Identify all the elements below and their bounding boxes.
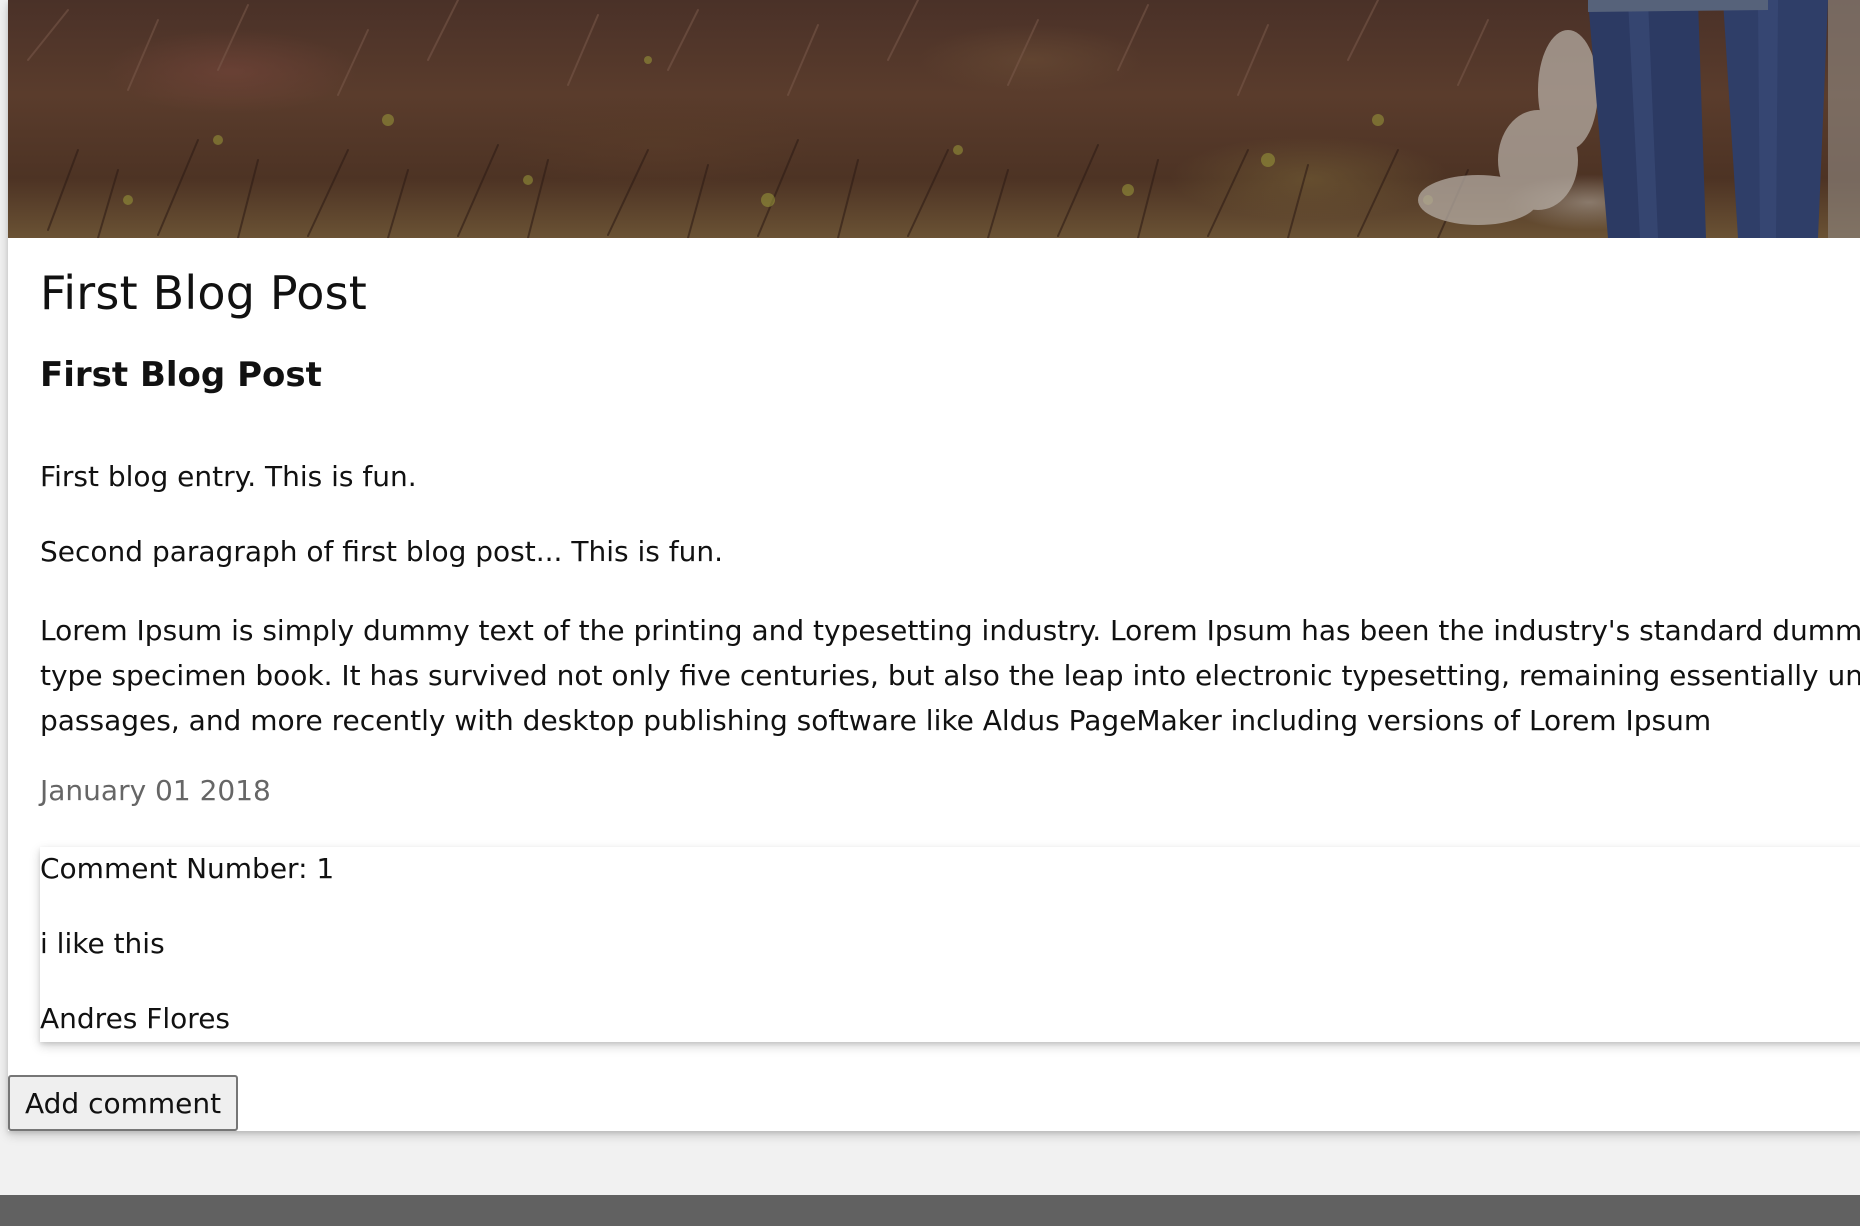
- comment-number: Comment Number: 1: [40, 852, 335, 885]
- lorem-line-1: Lorem Ipsum is simply dummy text of the …: [40, 614, 1860, 647]
- page-footer: [0, 1195, 1860, 1226]
- post-paragraph-2: Second paragraph of first blog post... T…: [40, 535, 723, 568]
- comment-author: Andres Flores: [40, 1002, 231, 1035]
- comment-text: i like this: [40, 927, 165, 960]
- person-legs-image: [1588, 0, 1860, 238]
- blog-post-card: First Blog Post First Blog Post First bl…: [8, 0, 1860, 1131]
- hero-texture: [27, 0, 1598, 238]
- page-title: First Blog Post: [40, 266, 367, 320]
- post-subtitle: First Blog Post: [40, 355, 322, 395]
- post-paragraph-1: First blog entry. This is fun.: [40, 460, 417, 493]
- post-date: January 01 2018: [40, 774, 271, 807]
- lorem-line-2: type specimen book. It has survived not …: [40, 659, 1860, 692]
- post-paragraph-lorem: Lorem Ipsum is simply dummy text of the …: [40, 608, 1860, 743]
- lorem-line-3: passages, and more recently with desktop…: [40, 704, 1712, 737]
- hero-image: [8, 0, 1860, 238]
- comment-card: Comment Number: 1 i like this Andres Flo…: [40, 847, 1860, 1042]
- add-comment-button[interactable]: Add comment: [8, 1075, 239, 1131]
